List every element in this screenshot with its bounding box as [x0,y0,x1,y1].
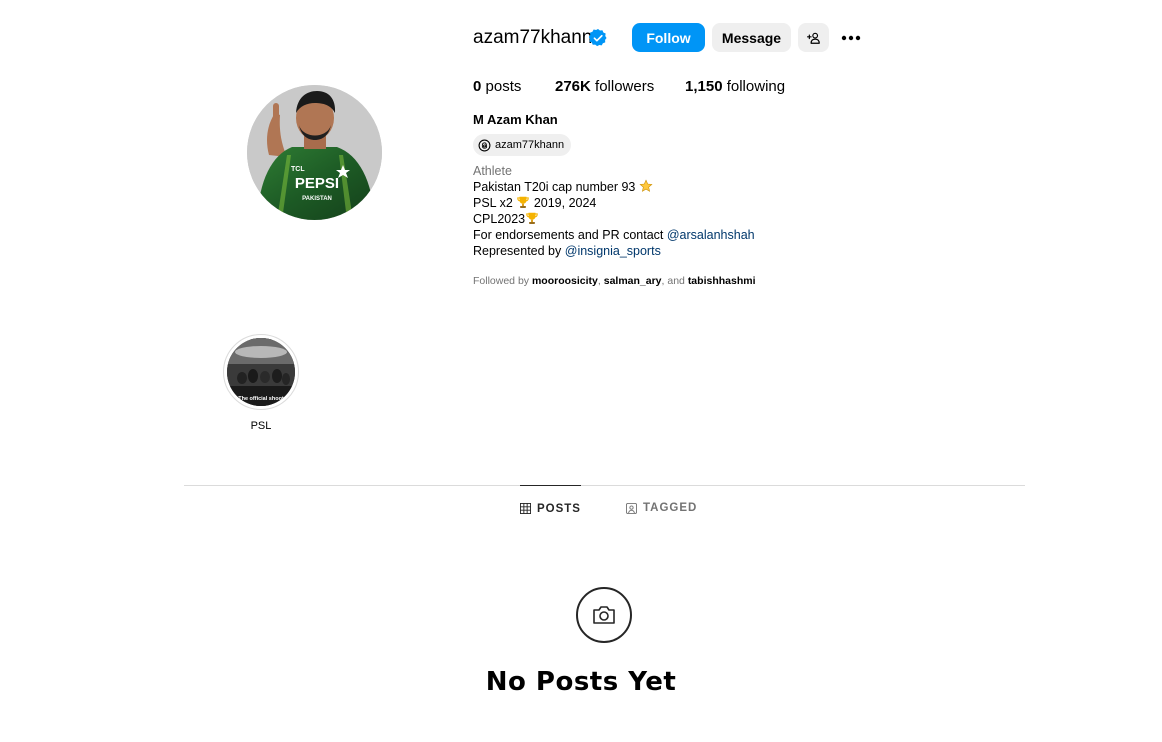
threads-icon [478,139,491,151]
bio-line-psl: PSL x2 2019, 2024 [473,195,755,211]
highlight-ring: The official shoot [223,334,299,410]
profile-category: Athlete [473,164,512,178]
profile-bio: Athlete Pakistan T20i cap number 93 PSL … [473,163,755,259]
avatar-photo: PEPSI PAKISTAN TCL [247,85,382,220]
profile-avatar[interactable]: PEPSI PAKISTAN TCL [247,85,382,220]
highlight-label: PSL [250,420,272,432]
followed-by-prefix: Followed by [473,275,530,287]
followers-count: 276K [555,78,591,95]
mention-arsalanhshah-link[interactable]: @arsalanhshah [667,228,755,242]
threads-link[interactable]: azam77khann [473,134,572,156]
followers-stat[interactable]: 276K followers [555,78,654,96]
highlight-cover: The official shoot [227,338,295,406]
posts-count: 0 [473,78,482,95]
followed-by-separator: , [597,275,601,287]
profile-page: PEPSI PAKISTAN TCL azam77khann Follow Me… [0,0,1162,742]
jersey-text: PEPSI [295,175,339,192]
tab-tagged[interactable]: TAGGED [626,485,697,531]
svg-text:TCL: TCL [291,166,305,173]
posts-label: posts [485,78,522,95]
bio-cpl-text: CPL2023 [473,212,526,226]
empty-state-camera [576,587,632,643]
jersey-subtext: PAKISTAN [302,196,332,202]
tab-posts-label: POSTS [537,502,581,515]
followed-by-separator: , and [661,275,685,287]
suggested-accounts-button[interactable] [798,23,829,52]
following-stat[interactable]: 1,150 following [685,78,785,96]
empty-state-title: No Posts Yet [485,667,677,697]
story-highlight-psl[interactable]: The official shoot PSL [223,334,299,432]
highlight-cover-image: The official shoot [227,338,295,406]
bio-line-contact: For endorsements and PR contact @arsalan… [473,227,755,243]
profile-full-name: M Azam Khan [473,112,558,127]
threads-handle: azam77khann [495,139,565,151]
more-options-icon [841,35,861,40]
follow-button[interactable]: Follow [632,23,705,52]
star-emoji-icon [639,179,653,192]
tab-posts[interactable]: POSTS [520,485,581,531]
bio-represented-text: Represented by [473,244,562,258]
tagged-icon [626,502,637,514]
verified-badge-icon [589,29,607,47]
camera-icon [593,606,615,624]
tabs-divider [184,485,1025,486]
bio-cap-text: Pakistan T20i cap number 93 [473,180,636,194]
more-options-button[interactable] [837,25,865,50]
tab-tagged-label: TAGGED [643,502,698,514]
bio-psl-text: PSL x2 [473,196,513,210]
bio-line-cap: Pakistan T20i cap number 93 [473,179,755,195]
bio-line-cpl: CPL2023 [473,211,755,227]
posts-stat: 0 posts [473,78,521,96]
highlight-cover-caption: The official shoot [238,396,284,402]
followed-by-user[interactable]: salman_ary [604,275,662,287]
bio-contact-text: For endorsements and PR contact [473,228,664,242]
trophy-emoji-icon [526,212,538,224]
following-label: following [726,78,786,95]
grid-icon [520,503,531,514]
trophy-emoji-icon [517,196,530,208]
bio-psl-years: 2019, 2024 [533,196,597,210]
followers-label: followers [595,78,655,95]
following-count: 1,150 [685,78,723,95]
followed-by[interactable]: Followed by mooroosicity, salman_ary, an… [473,275,756,287]
message-button[interactable]: Message [712,23,791,52]
followed-by-user[interactable]: mooroosicity [532,275,598,287]
add-user-icon [806,32,820,44]
profile-username: azam77khann [473,27,593,48]
mention-insignia-sports-link[interactable]: @insignia_sports [565,244,661,258]
followed-by-user[interactable]: tabishhashmi [688,275,756,287]
bio-line-represented: Represented by @insignia_sports [473,243,755,259]
